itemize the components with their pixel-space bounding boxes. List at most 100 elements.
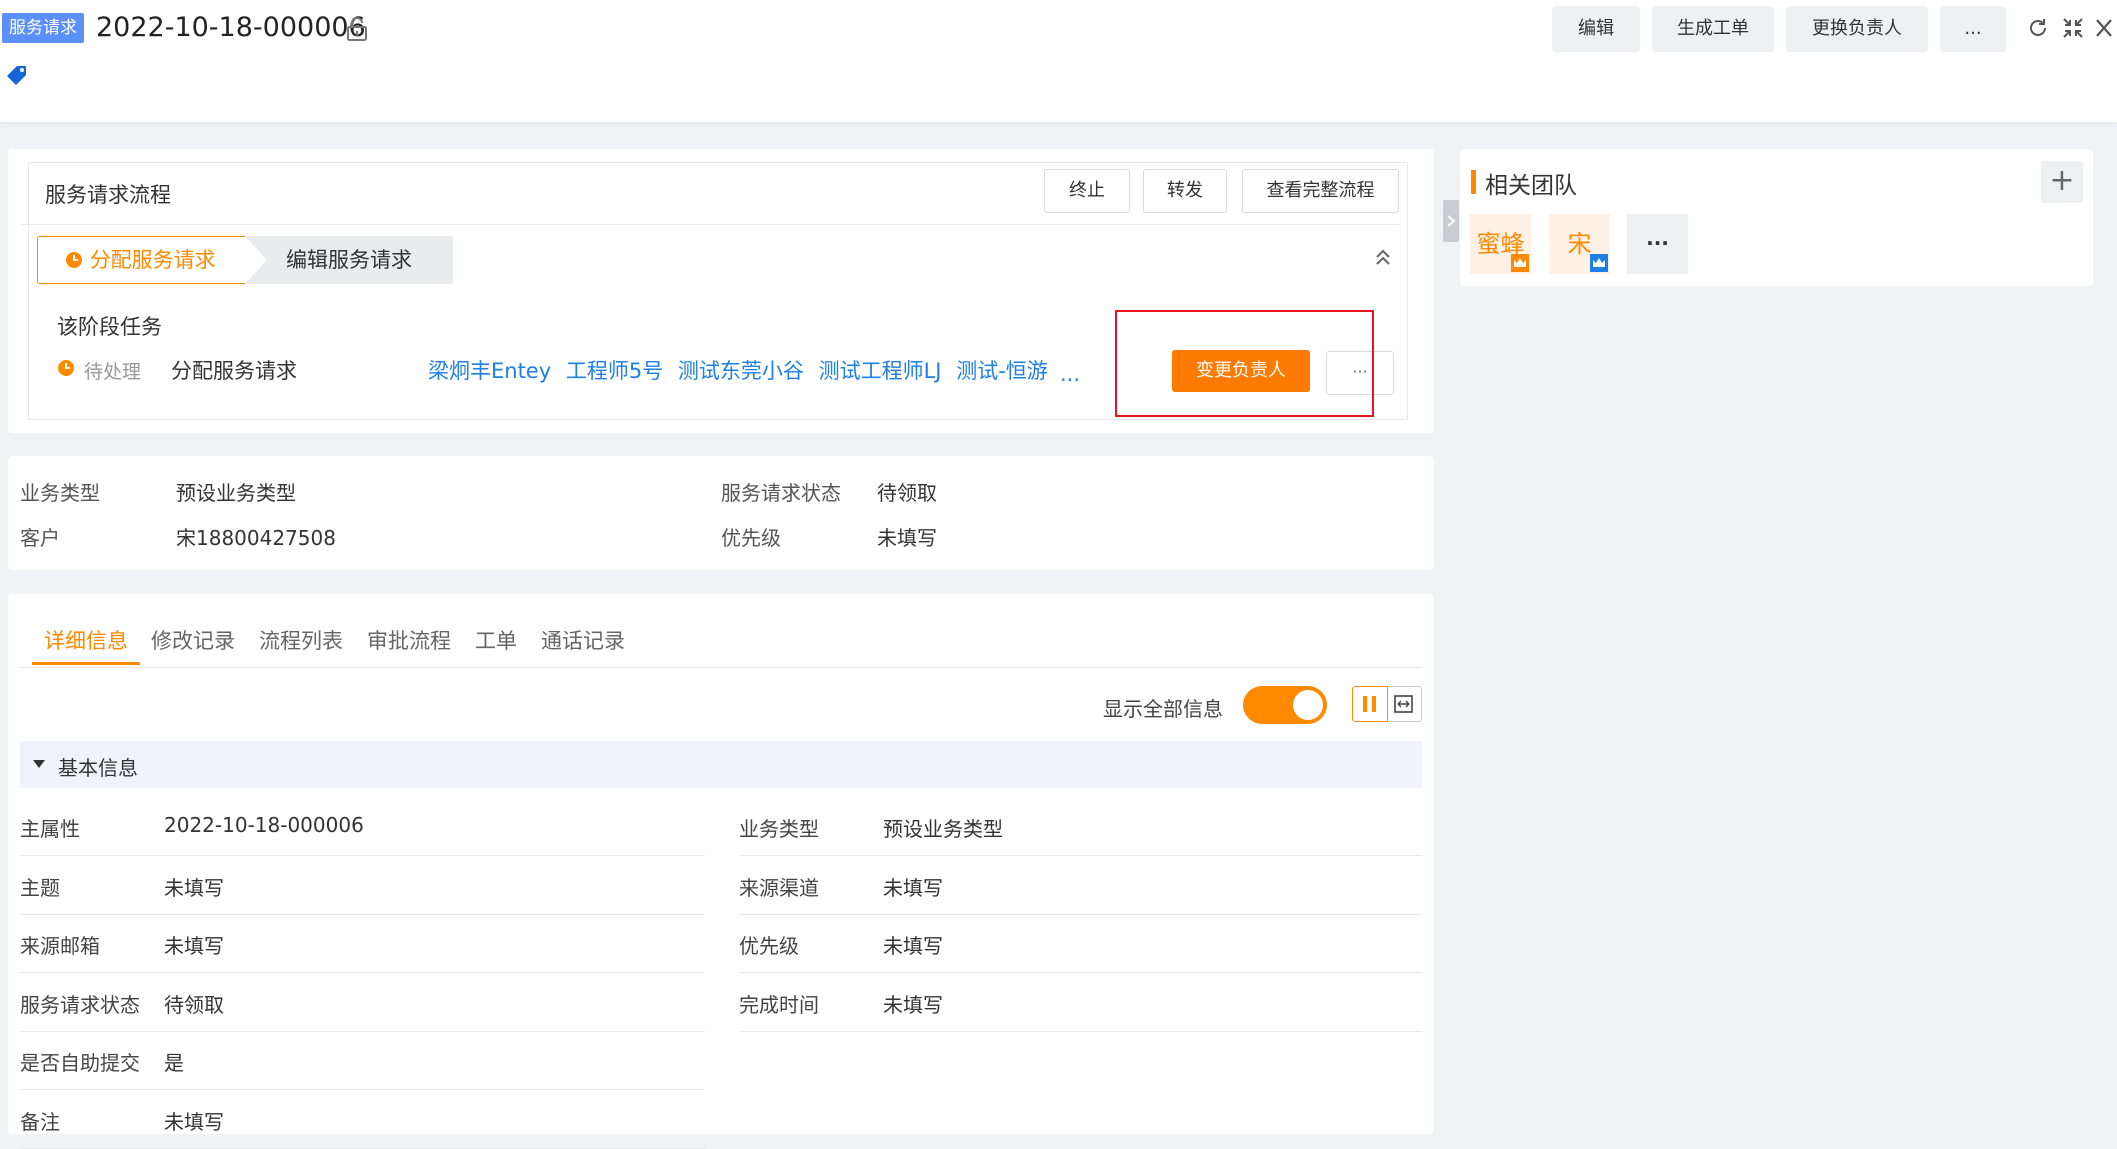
caret-down-icon [33,760,45,768]
add-team-member-button[interactable]: + [2041,161,2083,203]
team-member-avatar[interactable]: 蜜蜂 [1470,214,1531,274]
field-label: 业务类型 [739,817,819,841]
field-value: 未填写 [164,876,224,900]
field-row: 完成时间 未填写 [739,973,1422,1032]
refresh-icon[interactable] [2026,16,2050,40]
stage-edit[interactable]: 编辑服务请求 [245,236,453,284]
member-name: 宋 [1567,230,1592,258]
summary-biz-type-value: 预设业务类型 [176,481,296,505]
assignee-link[interactable]: 工程师5号 [566,359,663,383]
collapse-icon[interactable] [2061,16,2085,40]
team-member-avatar[interactable]: 宋 [1549,214,1610,274]
task-name: 分配服务请求 [171,359,297,383]
assignee-link[interactable]: 测试东莞小谷 [678,359,804,383]
field-value: 未填写 [883,993,943,1017]
field-value: 预设业务类型 [883,817,1003,841]
tab-active-underline [32,662,140,665]
tab-details[interactable]: 详细信息 [44,625,128,655]
field-label: 是否自助提交 [20,1051,140,1075]
chevron-up-double-icon[interactable] [1373,247,1393,269]
stage-assign[interactable]: 分配服务请求 [37,236,270,284]
crown-icon [1511,254,1529,272]
chevron-right-icon [1447,215,1456,227]
field-row: 来源渠道 未填写 [739,856,1422,915]
section-header[interactable]: 基本信息 [20,741,1422,788]
tab-approval-flow[interactable]: 审批流程 [367,625,451,655]
field-label: 来源渠道 [739,876,819,900]
show-all-toggle[interactable] [1243,686,1327,724]
team-title-bar [1471,170,1476,194]
task-more-button[interactable]: ··· [1326,351,1394,395]
field-value: 待领取 [164,993,224,1017]
assignee-link[interactable]: 梁炯丰Entey [428,359,551,383]
field-row: 主属性 2022-10-18-000006 [20,797,705,856]
assignee-list: 梁炯丰Entey 工程师5号 测试东莞小谷 测试工程师LJ 测试-恒游 [428,355,1048,385]
process-title: 服务请求流程 [45,183,171,207]
field-label: 服务请求状态 [20,993,140,1017]
stage-assign-label: 分配服务请求 [89,248,216,272]
terminate-button[interactable]: 终止 [1044,169,1130,213]
field-row: 服务请求状态 待领取 [20,973,705,1032]
stage-task-title: 该阶段任务 [57,315,162,339]
summary-customer-link[interactable]: 宋18800427508 [176,522,336,551]
field-value: 2022-10-18-000006 [164,813,364,837]
field-label: 主题 [20,876,60,900]
generate-workorder-button[interactable]: 生成工单 [1652,6,1774,52]
summary-priority-label: 优先级 [721,526,781,550]
tab-change-log[interactable]: 修改记录 [151,625,235,655]
clock-icon [66,252,82,268]
field-label: 主属性 [20,817,80,841]
record-type-badge: 服务请求 [2,13,84,43]
view-full-process-button[interactable]: 查看完整流程 [1242,169,1399,213]
field-label: 优先级 [739,934,799,958]
tab-workorder[interactable]: 工单 [475,625,517,655]
layout-two-column-button[interactable] [1352,686,1388,722]
unlock-icon[interactable] [346,17,368,41]
side-panel-toggle[interactable] [1443,200,1459,242]
field-row: 来源邮箱 未填写 [20,914,705,973]
forward-button[interactable]: 转发 [1143,169,1227,213]
more-assignees-link[interactable]: ... [1060,362,1080,386]
close-icon[interactable] [2094,16,2114,40]
field-value: 未填写 [883,876,943,900]
summary-priority-value: 未填写 [877,526,937,550]
section-title: 基本信息 [58,756,138,780]
tag-icon[interactable] [4,63,30,89]
record-header: 服务请求 2022-10-18-000006 编辑 生成工单 更换负责人 ... [0,0,2117,122]
field-row: 是否自助提交 是 [20,1031,705,1090]
summary-card [8,456,1434,570]
team-title: 相关团队 [1485,173,1577,199]
field-label: 完成时间 [739,993,819,1017]
stage-notch [245,236,267,284]
crown-icon [1590,254,1608,272]
tab-call-records[interactable]: 通话记录 [541,625,625,655]
change-owner-button[interactable]: 变更负责人 [1172,350,1310,392]
tab-process-list[interactable]: 流程列表 [259,625,343,655]
record-number: 2022-10-18-000006 [96,12,366,43]
expand-width-icon [1394,695,1413,713]
field-value: 是 [164,1051,184,1075]
field-value: 未填写 [164,934,224,958]
field-row: 主题 未填写 [20,856,705,915]
field-row: 优先级 未填写 [739,914,1422,973]
pending-clock-icon [58,360,74,376]
process-divider [21,224,1399,225]
task-status: 待处理 [84,361,142,383]
summary-status-label: 服务请求状态 [721,481,841,505]
assignee-link[interactable]: 测试工程师LJ [819,359,942,383]
tabs-divider [20,667,1422,668]
layout-full-width-button[interactable] [1388,686,1422,722]
field-label: 来源邮箱 [20,934,100,958]
summary-customer-label: 客户 [20,526,60,550]
team-more-button[interactable]: ··· [1627,214,1688,274]
show-all-label: 显示全部信息 [1103,697,1223,721]
summary-status-value: 待领取 [877,481,937,505]
toggle-knob [1293,690,1323,720]
edit-button[interactable]: 编辑 [1552,6,1640,52]
stage-edit-label: 编辑服务请求 [286,248,412,272]
summary-biz-type-label: 业务类型 [20,481,100,505]
change-owner-top-button[interactable]: 更换负责人 [1786,6,1928,52]
assignee-link[interactable]: 测试-恒游 [956,359,1048,383]
field-value: 未填写 [883,934,943,958]
more-actions-button[interactable]: ... [1940,6,2006,52]
